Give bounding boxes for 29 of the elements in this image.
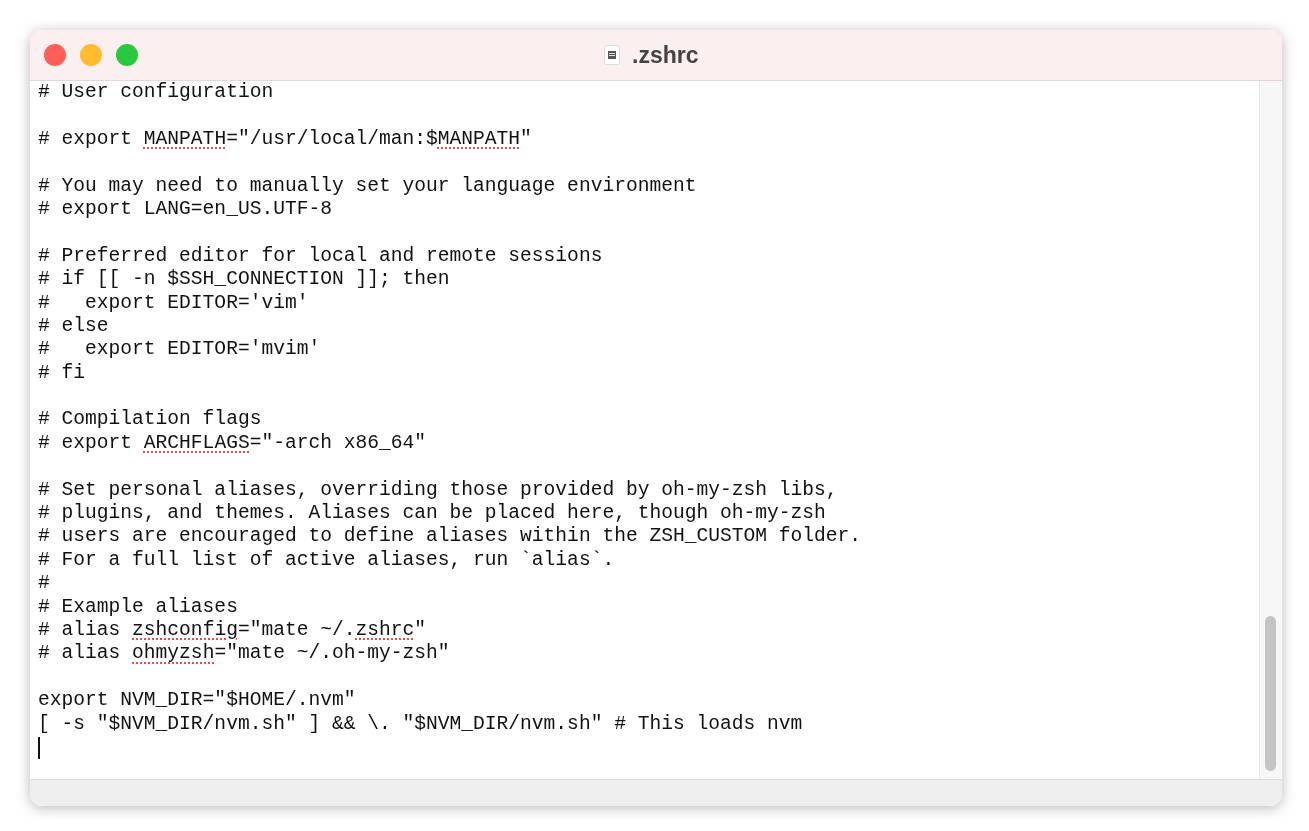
code-line: # if [[ -n $SSH_CONNECTION ]]; then (38, 268, 451, 292)
scrollbar-thumb[interactable] (1265, 616, 1276, 771)
code-line: # export LANG=en_US.UTF-8 (38, 197, 333, 222)
code-line: # For a full list of active aliases, run `alias`. (38, 548, 616, 573)
code-line: # fi (38, 361, 87, 386)
code-line: # alias ohmyzsh="mate ~/.oh-my-zsh" (38, 642, 451, 666)
code-line: # Compilation flags (38, 408, 263, 432)
close-button[interactable] (44, 44, 66, 66)
text-cursor (38, 736, 40, 759)
code-line: # else (38, 314, 110, 339)
code-line: # alias zshconfig="mate ~/.zshrc" (38, 619, 428, 643)
code-line: # Set personal aliases, overriding those provided by oh-my-zsh libs, (38, 478, 839, 503)
code-line: export NVM_DIR="$HOME/.nvm" (38, 689, 357, 713)
code-line: # Example aliases (38, 595, 239, 619)
code-line: # export MANPATH="/usr/local/man:$MANPATH" (38, 127, 533, 152)
code-line: # User configuration (38, 81, 275, 105)
code-line: # export EDITOR='vim' (38, 291, 310, 315)
zoom-button[interactable] (116, 44, 138, 66)
code-line: # plugins, and themes. Aliases can be placed here, though oh-my-zsh (38, 502, 827, 526)
code-line: # You may need to manually set your language environment (38, 174, 698, 198)
code-line: # (38, 572, 51, 596)
code-line: # Preferred editor for local and remote sessions (38, 244, 604, 269)
code-line: # export EDITOR='mvim' (38, 338, 322, 362)
document-icon (604, 45, 620, 65)
code-line: [ -s "$NVM_DIR/nvm.sh" ] && \. "$NVM_DIR/nvm.sh" # This loads nvm (38, 712, 804, 736)
code-line: # export ARCHFLAGS="-arch x86_64" (38, 431, 428, 456)
code-line: # users are encouraged to define aliases within the ZSH_CUSTOM folder. (38, 525, 863, 549)
minimize-button[interactable] (80, 44, 102, 66)
window-title: .zshrc (632, 41, 699, 69)
